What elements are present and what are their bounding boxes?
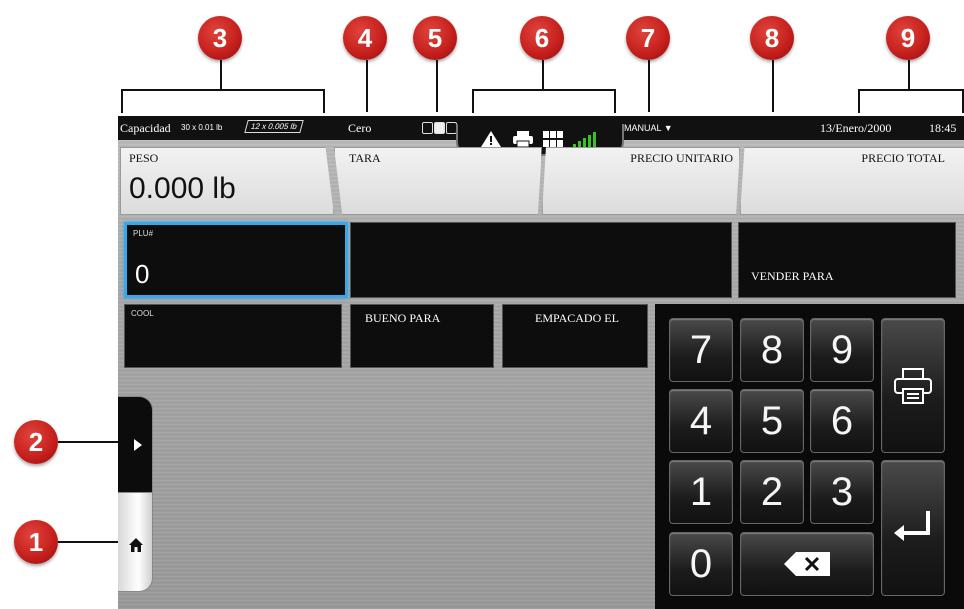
leader-line-5 — [436, 60, 438, 112]
expand-tab[interactable] — [118, 396, 153, 494]
key-5[interactable]: 5 — [740, 389, 804, 453]
home-tab[interactable] — [118, 492, 153, 592]
key-9[interactable]: 9 — [810, 318, 874, 382]
plu-label: PLU# — [133, 229, 154, 238]
unit-price-label: PRECIO UNITARIO — [630, 151, 733, 165]
cool-label: COOL — [131, 309, 154, 318]
leader-line-8 — [772, 60, 774, 112]
range-indicator — [422, 122, 457, 134]
callout-1: 1 — [14, 520, 58, 564]
callout-8: 8 — [750, 16, 794, 60]
key-1[interactable]: 1 — [669, 460, 733, 524]
capacity-secondary: 12 x 0.005 lb — [244, 120, 304, 133]
total-price-label: PRECIO TOTAL — [861, 151, 945, 165]
plu-value: 0 — [135, 259, 150, 289]
warning-icon — [481, 131, 501, 147]
print-key[interactable] — [881, 318, 945, 453]
mode-dropdown[interactable]: MANUAL ▼ — [624, 123, 673, 133]
packed-on-label: EMPACADO EL — [535, 311, 619, 325]
enter-key[interactable] — [881, 460, 945, 596]
scale-screen: Capacidad 30 x 0.01 lb 12 x 0.005 lb Cer… — [118, 116, 964, 609]
bracket-6 — [472, 89, 616, 113]
bracket-9 — [858, 89, 964, 113]
sell-by-label: VENDER PARA — [751, 269, 834, 283]
zero-label: Cero — [348, 121, 372, 135]
backspace-key[interactable] — [740, 532, 874, 596]
leader-line-1 — [58, 541, 120, 543]
weight-label: PESO — [129, 151, 159, 165]
numeric-keypad: 7 8 9 4 5 6 1 2 3 0 — [655, 304, 964, 609]
key-2[interactable]: 2 — [740, 460, 804, 524]
weight-field: PESO 0.000 lb — [120, 147, 334, 215]
home-icon — [129, 538, 143, 552]
sell-by-field: VENDER PARA — [738, 222, 956, 298]
caret-down-icon: ▼ — [663, 123, 673, 133]
range-indicator-2 — [434, 122, 445, 134]
leader-line-7 — [648, 60, 650, 112]
printer-icon — [894, 367, 932, 404]
leader-line-6 — [542, 60, 544, 89]
chevron-right-icon — [134, 439, 142, 451]
unit-price-field[interactable]: PRECIO UNITARIO — [542, 147, 740, 215]
callout-6: 6 — [520, 16, 564, 60]
date-display: 13/Enero/2000 — [820, 121, 892, 135]
time-display: 18:45 — [929, 121, 957, 135]
grid-icon — [543, 131, 563, 147]
callout-5: 5 — [413, 16, 457, 60]
tare-field[interactable]: TARA — [334, 147, 542, 215]
printer-icon — [513, 131, 533, 148]
capacity-label: Capacidad — [120, 121, 171, 135]
weight-value: 0.000 lb — [129, 172, 236, 205]
range-indicator-1 — [422, 122, 433, 134]
leader-line-3 — [220, 60, 222, 89]
key-0[interactable]: 0 — [669, 532, 733, 596]
key-6[interactable]: 6 — [810, 389, 874, 453]
enter-icon — [894, 511, 930, 541]
cool-field: COOL — [124, 304, 342, 368]
key-4[interactable]: 4 — [669, 389, 733, 453]
good-for-field: BUENO PARA — [350, 304, 494, 368]
key-3[interactable]: 3 — [810, 460, 874, 524]
key-8[interactable]: 8 — [740, 318, 804, 382]
callout-4: 4 — [343, 16, 387, 60]
leader-line-4 — [366, 60, 368, 112]
bracket-3 — [121, 89, 325, 113]
capacity-primary: 30 x 0.01 lb — [181, 123, 223, 132]
key-7[interactable]: 7 — [669, 318, 733, 382]
product-name-field — [350, 222, 732, 298]
mode-label: MANUAL — [624, 123, 662, 133]
callout-3: 3 — [198, 16, 242, 60]
callout-9: 9 — [886, 16, 930, 60]
good-for-label: BUENO PARA — [365, 311, 441, 325]
backspace-icon — [784, 552, 830, 576]
callout-7: 7 — [626, 16, 670, 60]
plu-field[interactable]: PLU# 0 — [124, 222, 348, 298]
tare-label: TARA — [349, 151, 381, 165]
leader-line-9 — [908, 60, 910, 89]
leader-line-2 — [58, 441, 120, 443]
total-price-field: PRECIO TOTAL — [740, 147, 964, 215]
callout-2: 2 — [14, 420, 58, 464]
packed-on-field: EMPACADO EL — [502, 304, 648, 368]
